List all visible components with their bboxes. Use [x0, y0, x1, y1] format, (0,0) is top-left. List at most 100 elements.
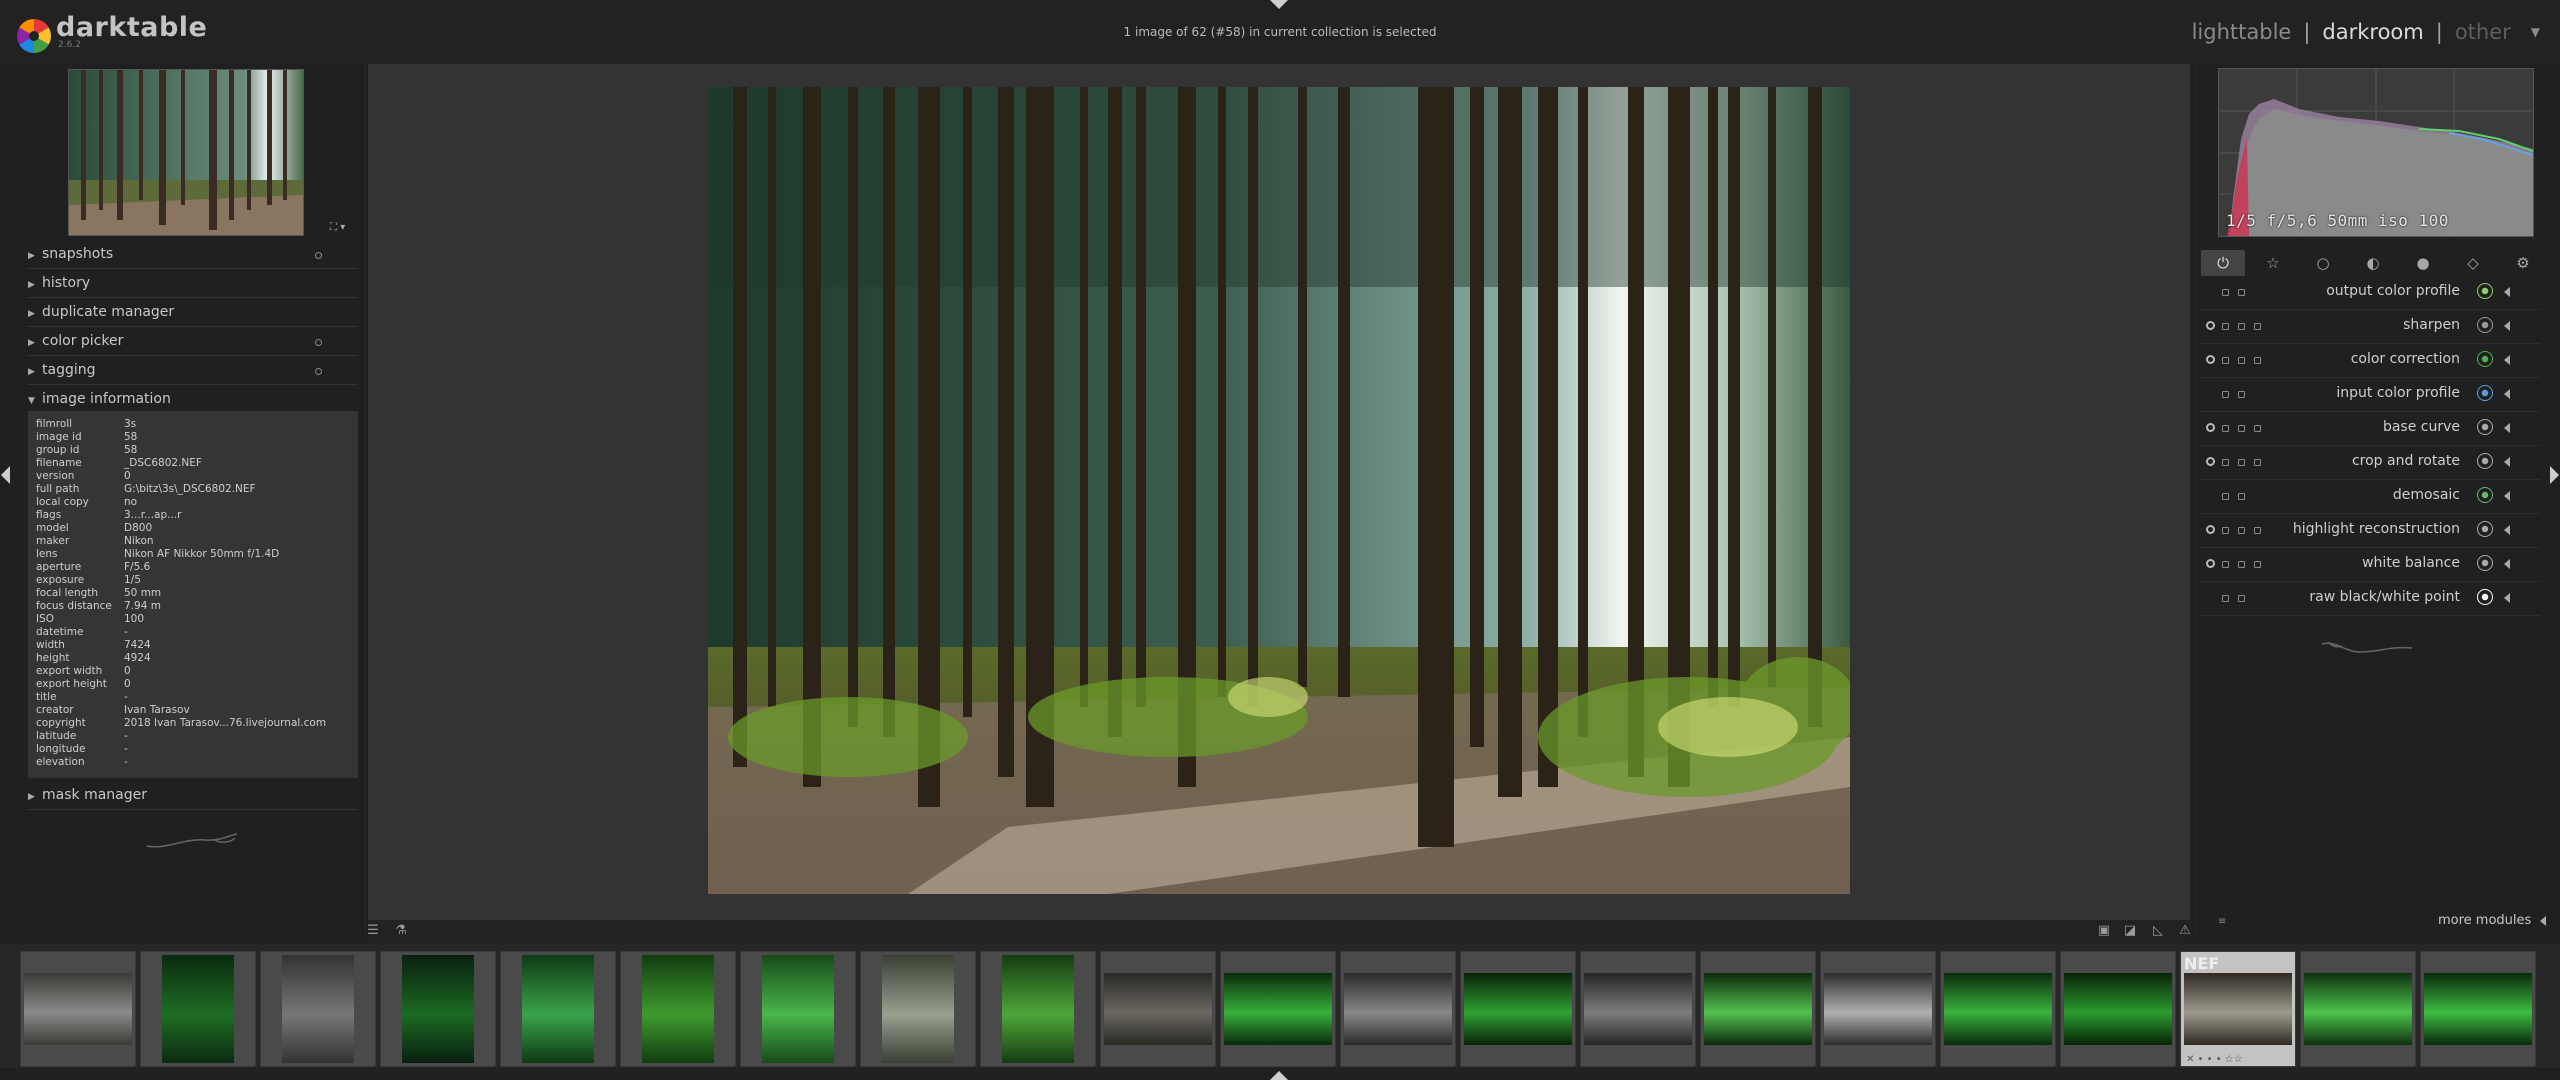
reset-icon[interactable]	[2238, 595, 2245, 602]
softproof-icon[interactable]: ◪	[2122, 923, 2138, 939]
reset-icon[interactable]	[2238, 391, 2245, 398]
reset-icon[interactable]	[2238, 323, 2245, 330]
module-demosaic[interactable]: demosaic	[2200, 479, 2540, 514]
module-order-icon[interactable]: ≡	[2218, 916, 2226, 927]
left-panel-toggle-icon[interactable]	[1, 466, 10, 484]
filmstrip-thumbnail[interactable]	[20, 951, 136, 1067]
reset-icon[interactable]	[2238, 357, 2245, 364]
expand-arrow-icon[interactable]	[2504, 457, 2510, 467]
bottom-panel-toggle-icon[interactable]	[1270, 1071, 1288, 1080]
warning-icon[interactable]: ⚠	[2177, 923, 2193, 939]
power-icon[interactable]	[2206, 457, 2215, 466]
power-icon[interactable]	[2206, 423, 2215, 432]
module-base-curve[interactable]: base curve	[2200, 411, 2540, 446]
filmstrip-thumbnail[interactable]	[1940, 951, 2056, 1067]
multi-instance-icon[interactable]	[2222, 493, 2229, 500]
module-tagging[interactable]: ▶ tagging	[28, 356, 358, 385]
filmstrip-thumbnail[interactable]	[500, 951, 616, 1067]
module-highlight-reconstruction[interactable]: highlight reconstruction	[2200, 513, 2540, 548]
presets-icon[interactable]	[2254, 425, 2261, 432]
multi-instance-icon[interactable]	[2222, 561, 2229, 568]
expand-arrow-icon[interactable]	[2504, 321, 2510, 331]
expand-arrow-icon[interactable]	[2504, 593, 2510, 603]
zoom-menu[interactable]: ⛶ ▾	[330, 222, 345, 233]
filmstrip-thumbnail[interactable]	[1100, 951, 1216, 1067]
reset-icon[interactable]	[2238, 493, 2245, 500]
color-assessment-icon[interactable]: ▣	[2096, 923, 2112, 939]
styles-icon[interactable]: ⚗	[393, 923, 409, 939]
reset-icon[interactable]	[2238, 527, 2245, 534]
power-icon[interactable]	[2206, 355, 2215, 364]
effect-icon[interactable]: ⚙	[2501, 250, 2545, 276]
reset-icon[interactable]	[2238, 289, 2245, 296]
star-rating[interactable]: ✕ • • • ☆☆	[2186, 1054, 2243, 1065]
filmstrip-thumbnail[interactable]	[980, 951, 1096, 1067]
multi-instance-icon[interactable]	[2222, 289, 2229, 296]
reset-icon[interactable]	[2238, 561, 2245, 568]
presets-icon[interactable]	[2254, 561, 2261, 568]
reset-icon[interactable]	[315, 252, 322, 259]
module-snapshots[interactable]: ▶ snapshots	[28, 240, 358, 269]
filmstrip-thumbnail[interactable]	[2420, 951, 2536, 1067]
color-icon[interactable]: ●	[2401, 250, 2445, 276]
power-icon[interactable]: ⏻	[2201, 250, 2245, 276]
filmstrip-thumbnail[interactable]	[380, 951, 496, 1067]
expand-arrow-icon[interactable]	[2504, 287, 2510, 297]
correct-icon[interactable]: ◇	[2451, 250, 2495, 276]
right-panel-toggle-icon[interactable]	[2550, 466, 2559, 484]
more-modules-arrow-icon[interactable]	[2540, 916, 2546, 926]
module-history[interactable]: ▶ history	[28, 269, 358, 298]
view-other[interactable]: other	[2455, 20, 2511, 44]
gamut-check-icon[interactable]: ◺	[2150, 923, 2166, 939]
filmstrip-thumbnail[interactable]	[1460, 951, 1576, 1067]
chevron-down-icon[interactable]: ▼	[2531, 25, 2540, 39]
multi-instance-icon[interactable]	[2222, 527, 2229, 534]
star-icon[interactable]: ☆	[2251, 250, 2295, 276]
expand-icon[interactable]: ⛶	[330, 222, 337, 233]
filmstrip-thumbnail[interactable]	[860, 951, 976, 1067]
filmstrip-thumbnail[interactable]	[620, 951, 736, 1067]
multi-instance-icon[interactable]	[2222, 323, 2229, 330]
power-icon[interactable]	[2206, 321, 2215, 330]
power-icon[interactable]	[2206, 525, 2215, 534]
multi-instance-icon[interactable]	[2222, 459, 2229, 466]
filmstrip-thumbnail[interactable]	[1700, 951, 1816, 1067]
presets-icon[interactable]	[2254, 323, 2261, 330]
filmstrip-thumbnail[interactable]	[1220, 951, 1336, 1067]
expand-arrow-icon[interactable]	[2504, 355, 2510, 365]
reset-icon[interactable]	[315, 368, 322, 375]
main-image[interactable]	[708, 87, 1850, 894]
module-duplicate-manager[interactable]: ▶ duplicate manager	[28, 298, 358, 327]
tone-icon[interactable]: ◐	[2351, 250, 2395, 276]
multi-instance-icon[interactable]	[2222, 595, 2229, 602]
view-darkroom[interactable]: darkroom	[2322, 20, 2423, 44]
multi-instance-icon[interactable]	[2222, 391, 2229, 398]
filmstrip-thumbnail[interactable]	[2060, 951, 2176, 1067]
expand-arrow-icon[interactable]	[2504, 423, 2510, 433]
filmstrip-thumbnail[interactable]	[740, 951, 856, 1067]
expand-arrow-icon[interactable]	[2504, 389, 2510, 399]
reset-icon[interactable]	[2238, 459, 2245, 466]
top-panel-toggle-icon[interactable]	[1270, 0, 1288, 9]
more-modules-button[interactable]: more modules	[2438, 913, 2531, 928]
module-crop-and-rotate[interactable]: crop and rotate	[2200, 445, 2540, 480]
multi-instance-icon[interactable]	[2222, 357, 2229, 364]
filmstrip-thumbnail[interactable]	[1340, 951, 1456, 1067]
filmstrip-thumbnail[interactable]	[140, 951, 256, 1067]
expand-arrow-icon[interactable]	[2504, 491, 2510, 501]
module-sharpen[interactable]: sharpen	[2200, 309, 2540, 344]
multi-instance-icon[interactable]	[2222, 425, 2229, 432]
navigation-thumbnail[interactable]	[68, 69, 304, 236]
expand-arrow-icon[interactable]	[2504, 559, 2510, 569]
power-icon[interactable]	[2206, 559, 2215, 568]
circle-icon[interactable]: ○	[2301, 250, 2345, 276]
module-color-correction[interactable]: color correction	[2200, 343, 2540, 378]
filmstrip-thumbnail[interactable]	[2300, 951, 2416, 1067]
module-output-color-profile[interactable]: output color profile	[2200, 275, 2540, 310]
filmstrip-thumbnail[interactable]	[1820, 951, 1936, 1067]
expand-arrow-icon[interactable]	[2504, 525, 2510, 535]
presets-icon[interactable]	[2254, 527, 2261, 534]
module-color-picker[interactable]: ▶ color picker	[28, 327, 358, 356]
view-lighttable[interactable]: lighttable	[2192, 20, 2292, 44]
reset-icon[interactable]	[315, 339, 322, 346]
